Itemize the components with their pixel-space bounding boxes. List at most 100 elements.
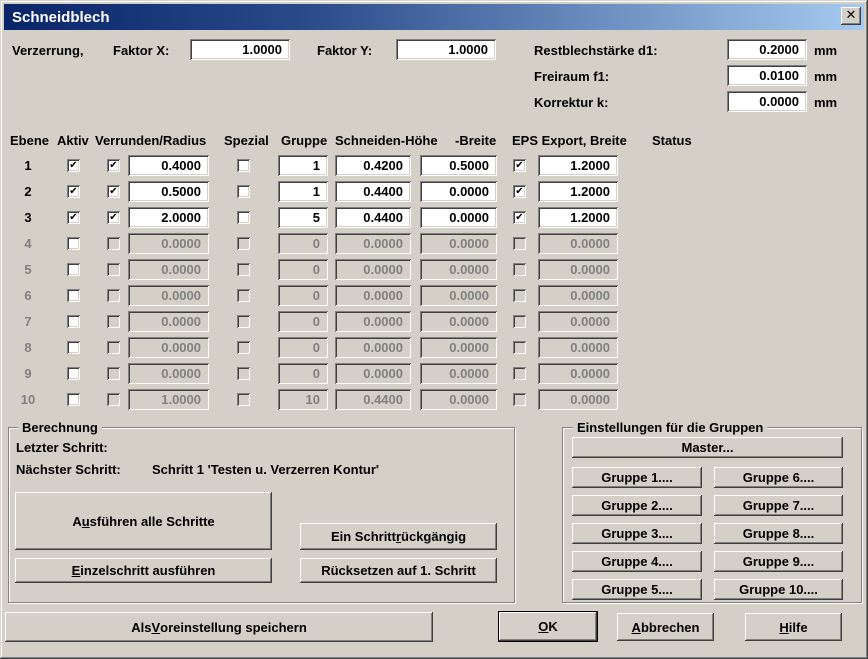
restblechstaerke-input[interactable]	[727, 39, 807, 60]
eps-breite-input[interactable]	[538, 207, 618, 228]
verrunden-checkbox[interactable]: ✔	[107, 185, 120, 198]
gruppe-1-button[interactable]: Gruppe 1....	[572, 467, 702, 488]
faktor-y-input[interactable]	[396, 39, 496, 60]
eps-export-checkbox[interactable]: ✔	[513, 159, 526, 172]
eps-breite-input	[538, 233, 618, 254]
close-button[interactable]: ✕	[841, 7, 861, 25]
schneiden-breite-input	[420, 233, 497, 254]
table-row: 7	[0, 311, 868, 332]
gruppe-8-button[interactable]: Gruppe 8....	[714, 523, 843, 544]
gruppe-input[interactable]	[278, 181, 328, 202]
row-number: 2	[10, 181, 46, 202]
aktiv-checkbox[interactable]: ✔	[67, 211, 80, 224]
gruppe-9-button[interactable]: Gruppe 9....	[714, 551, 843, 572]
radius-input[interactable]	[128, 155, 209, 176]
verzerrung-label: Verzerrung,	[12, 43, 84, 58]
gruppe-4-button[interactable]: Gruppe 4....	[572, 551, 702, 572]
aktiv-checkbox[interactable]: ✔	[67, 185, 80, 198]
verrunden-checkbox	[107, 315, 120, 328]
aktiv-checkbox[interactable]	[67, 237, 80, 250]
row-number: 5	[10, 259, 46, 280]
spezial-checkbox[interactable]	[237, 159, 250, 172]
gruppe-6-button[interactable]: Gruppe 6....	[714, 467, 843, 488]
eps-export-checkbox[interactable]: ✔	[513, 185, 526, 198]
row-number: 6	[10, 285, 46, 306]
check-icon: ✔	[109, 211, 117, 224]
spezial-checkbox[interactable]	[237, 211, 250, 224]
restblechstaerke-label: Restblechstärke d1:	[534, 43, 658, 58]
dialog-schneidblech: Schneidblech ✕ Verzerrung, Faktor X: Fak…	[0, 0, 868, 659]
eps-breite-input	[538, 363, 618, 384]
check-icon: ✔	[109, 159, 117, 172]
check-icon: ✔	[515, 159, 523, 172]
aktiv-checkbox[interactable]	[67, 367, 80, 380]
freiraum-input[interactable]	[727, 65, 807, 86]
cancel-button[interactable]: Abbrechen	[617, 613, 714, 641]
schneiden-breite-input[interactable]	[420, 207, 497, 228]
gruppe-5-button[interactable]: Gruppe 5....	[572, 579, 702, 600]
korrektur-input[interactable]	[727, 91, 807, 112]
help-button[interactable]: Hilfe	[745, 613, 842, 641]
gruppe-7-button[interactable]: Gruppe 7....	[714, 495, 843, 516]
check-icon: ✔	[109, 185, 117, 198]
faktor-x-input[interactable]	[190, 39, 290, 60]
row-number: 9	[10, 363, 46, 384]
schneiden-breite-input[interactable]	[420, 181, 497, 202]
verrunden-checkbox	[107, 289, 120, 302]
gruppe-input[interactable]	[278, 207, 328, 228]
schneiden-hoehe-input[interactable]	[335, 207, 411, 228]
gruppe-input	[278, 337, 328, 358]
table-row: 5	[0, 259, 868, 280]
header-schneiden-breite: -Breite	[455, 133, 496, 148]
verrunden-checkbox	[107, 367, 120, 380]
verrunden-checkbox	[107, 263, 120, 276]
aktiv-checkbox[interactable]	[67, 341, 80, 354]
gruppe-2-button[interactable]: Gruppe 2....	[572, 495, 702, 516]
schneiden-hoehe-input[interactable]	[335, 181, 411, 202]
reset-to-first-step-button[interactable]: Rücksetzen auf 1. Schritt	[300, 558, 497, 583]
radius-input	[128, 285, 209, 306]
radius-input	[128, 311, 209, 332]
spezial-checkbox	[237, 341, 250, 354]
radius-input[interactable]	[128, 181, 209, 202]
window-title: Schneidblech	[12, 9, 110, 26]
schneiden-hoehe-input	[335, 363, 411, 384]
verrunden-checkbox[interactable]: ✔	[107, 159, 120, 172]
schneiden-hoehe-input	[335, 337, 411, 358]
gruppe-input	[278, 233, 328, 254]
schneiden-hoehe-input	[335, 311, 411, 332]
gruppe-10-button[interactable]: Gruppe 10....	[714, 579, 843, 600]
single-step-button[interactable]: Einzelschritt ausführen	[15, 558, 272, 583]
schneiden-breite-input	[420, 259, 497, 280]
master-button[interactable]: Master...	[572, 437, 843, 458]
eps-export-checkbox	[513, 237, 526, 250]
table-row: 3✔✔✔	[0, 207, 868, 228]
radius-input[interactable]	[128, 207, 209, 228]
table-row: 2 ✔ ✔ ✔	[0, 181, 868, 202]
eps-breite-input	[538, 259, 618, 280]
schneiden-breite-input	[420, 311, 497, 332]
verrunden-checkbox[interactable]: ✔	[107, 211, 120, 224]
freiraum-unit: mm	[814, 69, 837, 84]
schneiden-breite-input[interactable]	[420, 155, 497, 176]
aktiv-checkbox[interactable]: ✔	[67, 159, 80, 172]
titlebar[interactable]: Schneidblech	[4, 4, 864, 30]
spezial-checkbox	[237, 263, 250, 276]
schneiden-hoehe-input	[335, 233, 411, 254]
ok-button[interactable]: OK	[498, 611, 598, 642]
run-all-steps-button[interactable]: Ausführen alle Schritte	[15, 492, 272, 550]
gruppe-input[interactable]	[278, 155, 328, 176]
aktiv-checkbox[interactable]	[67, 289, 80, 302]
schneiden-hoehe-input[interactable]	[335, 155, 411, 176]
gruppe-3-button[interactable]: Gruppe 3....	[572, 523, 702, 544]
aktiv-checkbox[interactable]	[67, 393, 80, 406]
eps-export-checkbox[interactable]: ✔	[513, 211, 526, 224]
aktiv-checkbox[interactable]	[67, 263, 80, 276]
undo-step-button[interactable]: Ein Schritt rückgängig	[300, 523, 497, 550]
spezial-checkbox[interactable]	[237, 185, 250, 198]
close-icon: ✕	[846, 9, 857, 23]
eps-breite-input[interactable]	[538, 181, 618, 202]
save-preset-button[interactable]: Als Voreinstellung speichern	[5, 612, 433, 642]
eps-breite-input[interactable]	[538, 155, 618, 176]
aktiv-checkbox[interactable]	[67, 315, 80, 328]
